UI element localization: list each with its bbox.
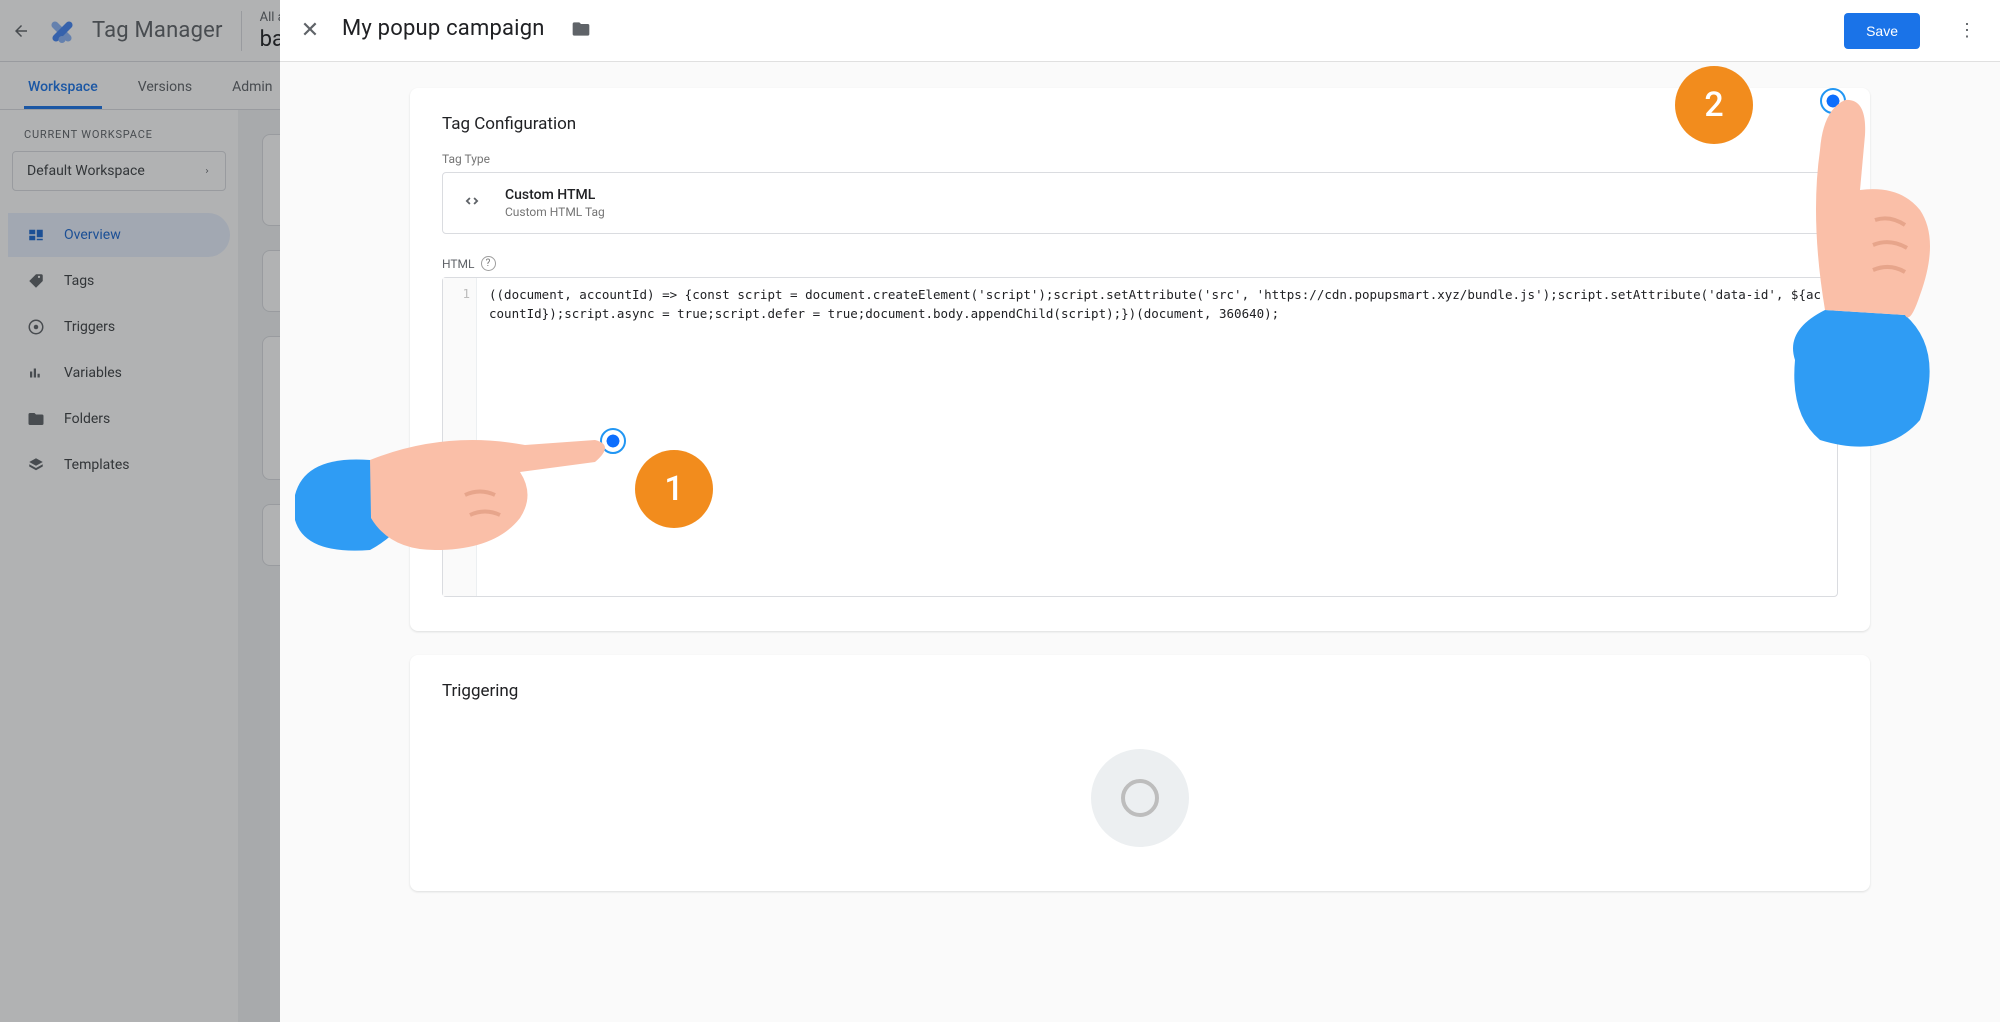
close-icon[interactable]: ✕ [298, 18, 322, 43]
tag-configuration-card: Tag Configuration Tag Type Custom HTML C… [410, 88, 1870, 631]
folder-icon[interactable] [571, 19, 591, 43]
html-field-label: HTML ? [442, 256, 1838, 271]
tag-name-input[interactable]: My popup campaign [342, 16, 545, 46]
triggering-card[interactable]: Triggering [410, 655, 1870, 891]
more-menu-icon[interactable]: ⋮ [1940, 20, 1982, 41]
code-content[interactable]: ((document, accountId) => {const script … [477, 278, 1837, 596]
pointing-hand-icon [1755, 80, 1945, 450]
help-icon[interactable]: ? [481, 256, 496, 271]
tagtype-selector[interactable]: Custom HTML Custom HTML Tag [442, 172, 1838, 234]
tagtype-label: Tag Type [442, 152, 1838, 166]
code-brackets-icon [461, 190, 483, 216]
save-button[interactable]: Save [1844, 13, 1920, 49]
html-code-editor[interactable]: 1 ((document, accountId) => {const scrip… [442, 277, 1838, 597]
trigger-placeholder-icon [1091, 749, 1189, 847]
panel-header: ✕ My popup campaign Save ⋮ [280, 0, 2000, 62]
annotation-badge-1: 1 [635, 450, 713, 528]
tagtype-name: Custom HTML [505, 187, 605, 203]
tagtype-subtitle: Custom HTML Tag [505, 205, 605, 219]
card-title: Tag Configuration [442, 114, 1838, 134]
card-title: Triggering [442, 681, 1838, 701]
annotation-badge-2: 2 [1675, 66, 1753, 144]
pointing-hand-icon [295, 400, 620, 600]
trigger-empty-state [442, 719, 1838, 857]
